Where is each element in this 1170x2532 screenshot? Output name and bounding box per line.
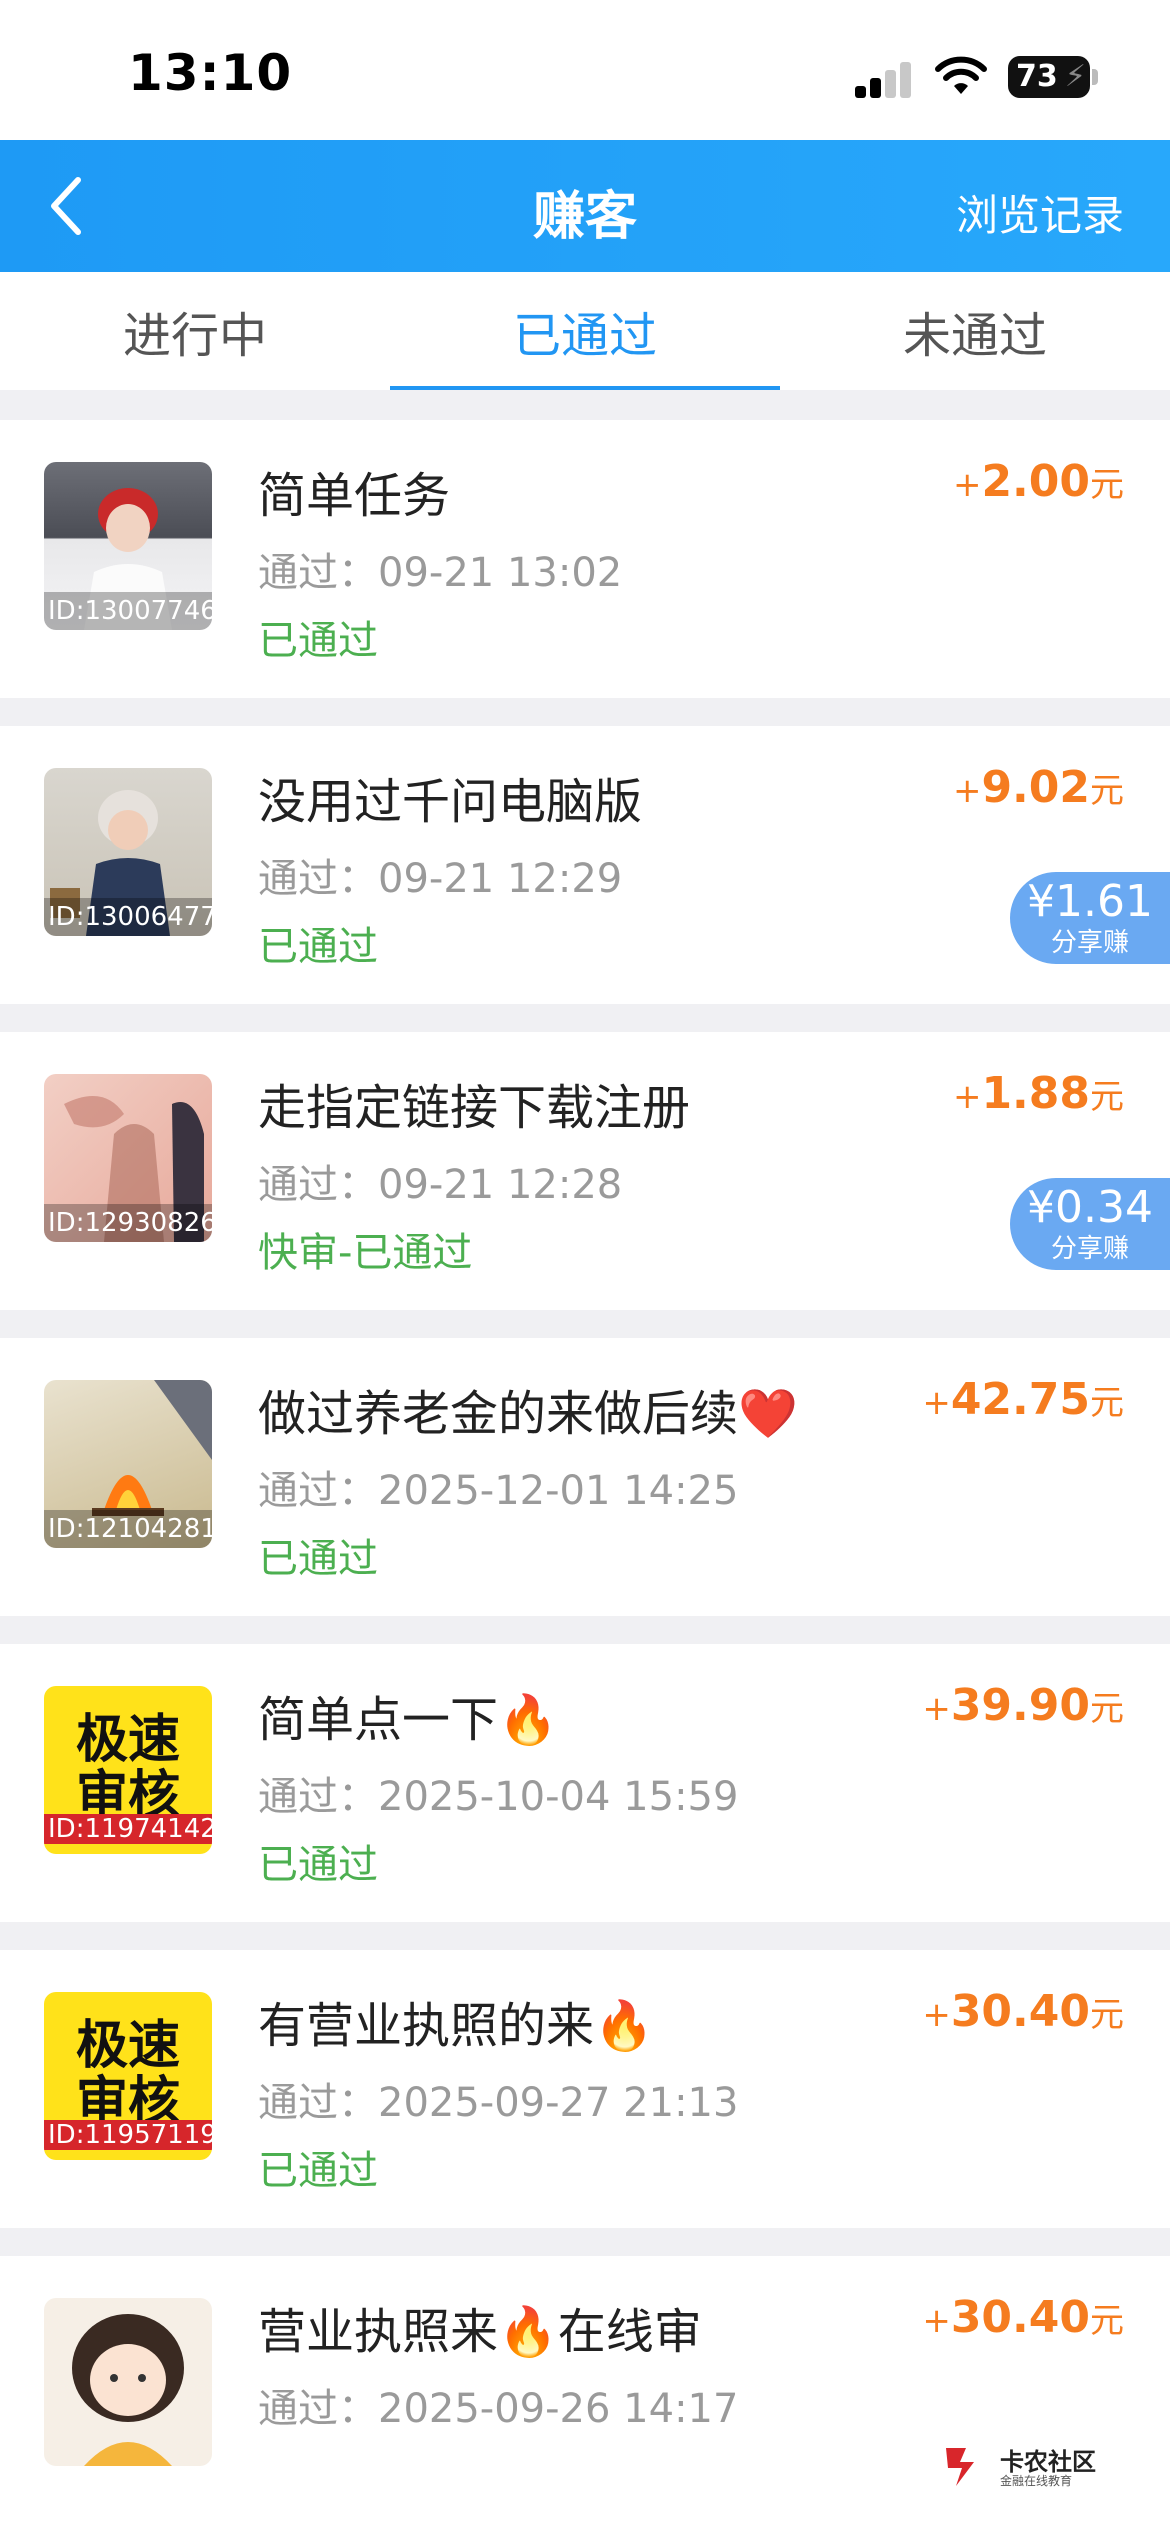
task-id: ID:11957119 <box>44 2120 212 2150</box>
status-bar: 13:10 73 ⚡ <box>0 0 1170 140</box>
task-id: ID:13006477 <box>44 898 212 936</box>
share-label: 分享赚 <box>1050 1234 1129 1264</box>
reward-amount: +2.00元 <box>952 456 1124 507</box>
battery-icon: 73 ⚡ <box>1008 56 1098 98</box>
pass-time: 通过：2025-09-26 14:17 <box>258 2386 739 2432</box>
watermark-icon <box>946 2448 974 2486</box>
tab-bar: 进行中 已通过 未通过 <box>0 272 1170 390</box>
battery-level: 73 <box>1016 59 1058 94</box>
list-item[interactable]: 极速审核 ID:11974142 简单点一下🔥 通过：2025-10-04 15… <box>0 1644 1170 1922</box>
reward-amount: +1.88元 <box>952 1068 1124 1119</box>
list-item[interactable]: ID:12104281 做过养老金的来做后续❤️ 通过：2025-12-01 1… <box>0 1338 1170 1616</box>
pass-time: 通过：09-21 12:29 <box>258 856 623 902</box>
thumbnail-text: 极速审核 <box>75 1710 180 1826</box>
task-title: 做过养老金的来做后续❤️ <box>258 1386 798 1442</box>
task-title: 简单任务 <box>258 468 451 524</box>
task-thumbnail: ID:13007746 <box>44 462 212 630</box>
list-item[interactable]: ID:13006477 没用过千问电脑版 通过：09-21 12:29 已通过 … <box>0 726 1170 1004</box>
task-thumbnail: ID:12930826 <box>44 1074 212 1242</box>
list-item[interactable]: ID:13007746 简单任务 通过：09-21 13:02 已通过 +2.0… <box>0 420 1170 698</box>
status-label: 快审-已通过 <box>258 1230 473 1276</box>
task-thumbnail: ID:13006477 <box>44 768 212 936</box>
task-thumbnail: 极速审核 ID:11974142 <box>44 1686 212 1854</box>
list-item[interactable]: ID:12930826 走指定链接下载注册 通过：09-21 12:28 快审-… <box>0 1032 1170 1310</box>
watermark-logo: 卡农社区 金融在线教育 <box>940 2440 1120 2496</box>
pass-time: 通过：2025-09-27 21:13 <box>258 2080 739 2126</box>
task-title: 有营业执照的来🔥 <box>258 1998 654 2054</box>
status-label: 已通过 <box>258 924 378 970</box>
reward-amount: +39.90元 <box>922 1680 1124 1731</box>
tab-passed[interactable]: 已通过 <box>390 272 780 390</box>
reward-amount: +30.40元 <box>922 1986 1124 2037</box>
task-thumbnail: ID:12104281 <box>44 1380 212 1548</box>
pass-time: 通过：2025-10-04 15:59 <box>258 1774 739 1820</box>
share-earn-badge[interactable]: ¥0.34 分享赚 <box>1010 1178 1170 1270</box>
charging-bolt-icon: ⚡ <box>1064 59 1086 94</box>
task-title: 走指定链接下载注册 <box>258 1080 691 1136</box>
cellular-signal-icon <box>855 58 915 98</box>
reward-amount: +30.40元 <box>922 2292 1124 2343</box>
reward-amount: +42.75元 <box>922 1374 1124 1425</box>
active-tab-indicator <box>390 386 780 390</box>
task-title: 营业执照来🔥在线审 <box>258 2304 702 2360</box>
status-time: 13:10 <box>128 44 293 102</box>
share-amount: ¥1.61 <box>1027 876 1153 927</box>
wifi-icon <box>935 56 987 94</box>
pass-time: 通过：09-21 12:28 <box>258 1162 623 1208</box>
task-thumbnail <box>44 2298 212 2466</box>
task-id: ID:11974142 <box>44 1814 212 1844</box>
task-id: ID:12104281 <box>44 1510 212 1548</box>
task-title: 简单点一下🔥 <box>258 1692 558 1748</box>
share-label: 分享赚 <box>1050 928 1129 958</box>
status-label: 已通过 <box>258 1842 378 1888</box>
share-amount: ¥0.34 <box>1027 1182 1153 1233</box>
watermark-subtitle: 金融在线教育 <box>1000 2474 1073 2488</box>
pass-time: 通过：2025-12-01 14:25 <box>258 1468 739 1514</box>
status-label: 已通过 <box>258 1536 378 1582</box>
share-earn-badge[interactable]: ¥1.61 分享赚 <box>1010 872 1170 964</box>
nav-bar: 赚客 浏览记录 <box>0 140 1170 272</box>
pass-time: 通过：09-21 13:02 <box>258 550 623 596</box>
task-title: 没用过千问电脑版 <box>258 774 643 830</box>
browse-history-link[interactable]: 浏览记录 <box>956 182 1124 243</box>
list-item[interactable]: 极速审核 ID:11957119 有营业执照的来🔥 通过：2025-09-27 … <box>0 1950 1170 2228</box>
status-label: 已通过 <box>258 618 378 664</box>
task-thumbnail: 极速审核 ID:11957119 <box>44 1992 212 2160</box>
thumbnail-text: 极速审核 <box>75 2016 180 2132</box>
status-label: 已通过 <box>258 2148 378 2194</box>
reward-amount: +9.02元 <box>952 762 1124 813</box>
tab-in-progress[interactable]: 进行中 <box>0 272 390 390</box>
tab-rejected[interactable]: 未通过 <box>780 272 1170 390</box>
task-id: ID:12930826 <box>44 1204 212 1242</box>
task-id: ID:13007746 <box>44 592 212 630</box>
